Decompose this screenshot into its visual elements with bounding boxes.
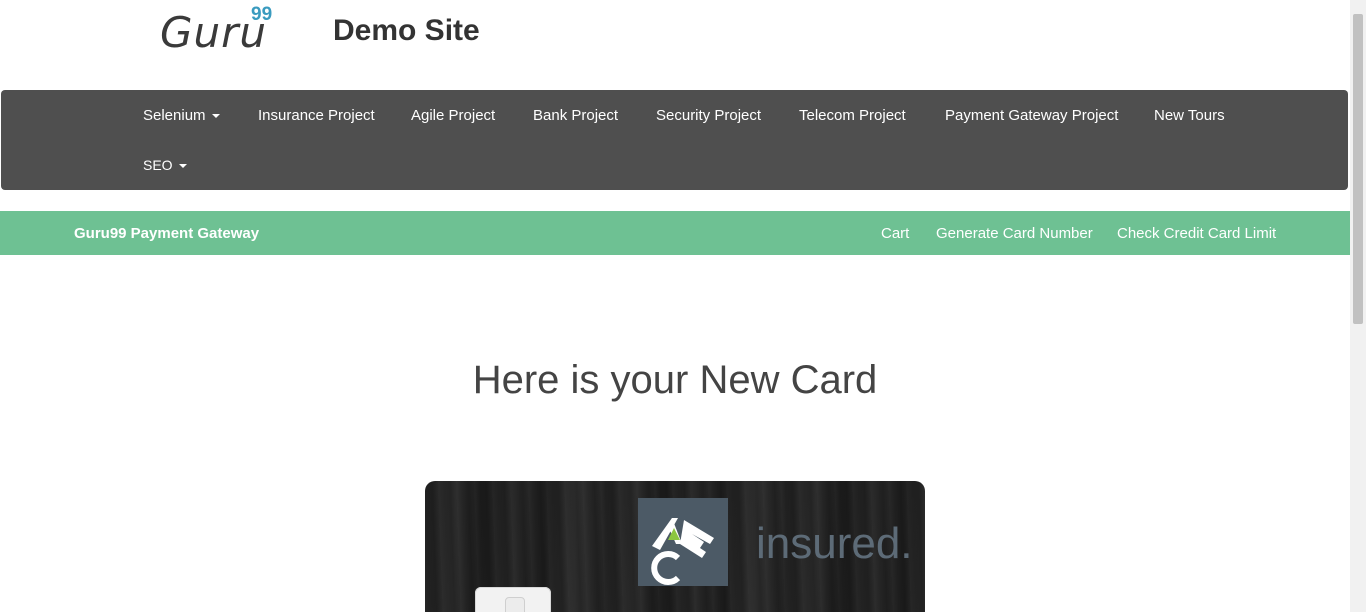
- subnav-brand[interactable]: Guru99 Payment Gateway: [74, 225, 259, 242]
- site-header: Guru 99 Demo Site: [0, 0, 1350, 90]
- nav-label: Payment Gateway Project: [945, 107, 1119, 124]
- vertical-scrollbar[interactable]: [1350, 0, 1366, 612]
- nav-label: Selenium: [143, 107, 206, 124]
- nav-label: Telecom Project: [799, 107, 906, 124]
- nav-label: SEO: [143, 157, 173, 173]
- subnav-link-cart[interactable]: Cart: [881, 225, 909, 242]
- logo-superscript: 99: [251, 4, 273, 25]
- caret-down-icon: [178, 164, 187, 169]
- nav-label: Security Project: [656, 107, 762, 124]
- credit-card-image: insured.: [425, 481, 925, 612]
- subnav-link-generate-card-number[interactable]: Generate Card Number: [936, 225, 1093, 242]
- ace-logo-icon: [638, 498, 728, 586]
- subnav-link-check-credit-card-limit[interactable]: Check Credit Card Limit: [1117, 225, 1276, 242]
- nav-item-seo[interactable]: SEO: [143, 157, 187, 173]
- payment-gateway-subnav: Guru99 Payment Gateway Cart Generate Car…: [0, 211, 1350, 255]
- nav-item-agile-project[interactable]: Agile Project: [411, 107, 495, 124]
- page-heading: Here is your New Card: [472, 358, 878, 402]
- page: Guru 99 Demo Site Selenium Insurance Pro…: [0, 0, 1366, 612]
- nav-item-insurance-project[interactable]: Insurance Project: [258, 107, 375, 124]
- caret-down-icon: [211, 114, 220, 119]
- main-navbar: Selenium Insurance Project Agile Project…: [1, 90, 1348, 190]
- nav-item-payment-gateway-project[interactable]: Payment Gateway Project: [945, 107, 1118, 124]
- nav-item-security-project[interactable]: Security Project: [656, 107, 761, 124]
- card-chip-icon: [475, 587, 551, 612]
- nav-label: Agile Project: [411, 107, 496, 124]
- nav-item-new-tours[interactable]: New Tours: [1154, 107, 1225, 124]
- nav-label: Bank Project: [533, 107, 619, 124]
- nav-item-telecom-project[interactable]: Telecom Project: [799, 107, 906, 124]
- chip-contact: [505, 597, 525, 612]
- card-brand-text: insured.: [756, 519, 913, 568]
- scrollbar-thumb[interactable]: [1353, 14, 1363, 324]
- nav-label: Insurance Project: [258, 107, 375, 124]
- nav-label: New Tours: [1154, 107, 1225, 124]
- site-title: Demo Site: [333, 14, 480, 47]
- nav-item-bank-project[interactable]: Bank Project: [533, 107, 618, 124]
- nav-item-selenium[interactable]: Selenium: [143, 107, 220, 124]
